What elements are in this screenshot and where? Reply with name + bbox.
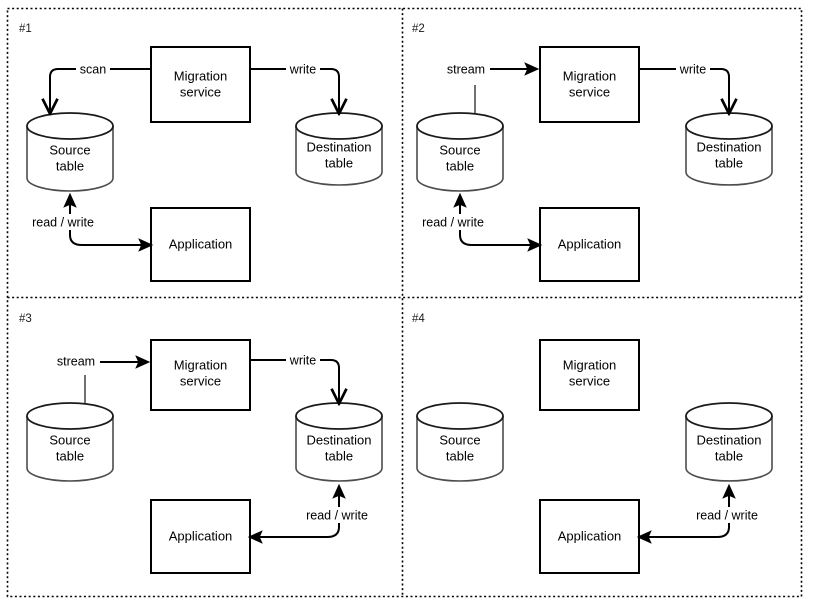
application-label: Application [169, 236, 233, 251]
migration-service-label-line1: Migration [174, 357, 227, 372]
read-write-label: read / write [32, 215, 94, 229]
panel-3-application[interactable]: Application [150, 499, 251, 574]
migration-service-label-line2: service [569, 373, 610, 388]
source-table-label-line1: Source [439, 432, 480, 447]
panel-3-migration-service[interactable]: Migration service [150, 339, 251, 411]
panel-1-source-table[interactable]: Source table [26, 112, 114, 192]
migration-service-label-line1: Migration [563, 68, 616, 83]
destination-table-label-line2: table [715, 448, 743, 463]
write-label: write [679, 62, 706, 76]
panel-4-label: #4 [412, 313, 425, 325]
panel-2-migration-service[interactable]: Migration service [539, 46, 640, 123]
destination-table-label-line2: table [325, 155, 353, 170]
migration-service-label-line1: Migration [563, 357, 616, 372]
panel-4-application[interactable]: Application [539, 499, 640, 574]
cylinder-top [295, 402, 383, 430]
source-table-label-line1: Source [439, 142, 480, 157]
migration-patterns-diagram: #1 Source table Migration service Destin… [0, 0, 816, 610]
destination-table-label-line1: Destination [696, 139, 761, 154]
application-label: Application [558, 236, 622, 251]
panel-4-destination-table[interactable]: Destination table [685, 402, 773, 482]
cylinder-top [416, 112, 504, 140]
cylinder-top [416, 402, 504, 430]
destination-table-label-line1: Destination [306, 432, 371, 447]
destination-table-label-line2: table [325, 448, 353, 463]
panel-2-source-table[interactable]: Source table [416, 112, 504, 192]
write-label: write [289, 62, 316, 76]
panel-3-source-table[interactable]: Source table [26, 402, 114, 482]
stream-label: stream [447, 62, 485, 76]
source-table-label-line1: Source [49, 142, 90, 157]
stream-label: stream [57, 354, 95, 368]
migration-service-label-line1: Migration [174, 68, 227, 83]
panel-2-application[interactable]: Application [539, 207, 640, 282]
source-table-label-line2: table [446, 158, 474, 173]
migration-service-label-line2: service [569, 84, 610, 99]
source-table-label-line2: table [56, 448, 84, 463]
panel-1-label: #1 [19, 23, 32, 35]
migration-service-label-line2: service [180, 84, 221, 99]
cylinder-top [26, 112, 114, 140]
application-label: Application [169, 528, 233, 543]
source-table-label-line2: table [446, 448, 474, 463]
panel-1-application[interactable]: Application [150, 207, 251, 282]
read-write-label: read / write [422, 215, 484, 229]
panel-2-label: #2 [412, 23, 425, 35]
read-write-label: read / write [306, 508, 368, 522]
source-table-label-line2: table [56, 158, 84, 173]
scan-label: scan [80, 62, 106, 76]
destination-table-label-line2: table [715, 155, 743, 170]
panel-4-source-table[interactable]: Source table [416, 402, 504, 482]
migration-service-label-line2: service [180, 373, 221, 388]
cylinder-top [685, 112, 773, 140]
panel-2-destination-table[interactable]: Destination table [685, 112, 773, 186]
destination-table-label-line1: Destination [306, 139, 371, 154]
write-label: write [289, 353, 316, 367]
diagram-root: #1 Source table Migration service Destin… [0, 0, 816, 610]
read-write-label: read / write [696, 508, 758, 522]
cylinder-top [295, 112, 383, 140]
application-label: Application [558, 528, 622, 543]
panel-4-migration-service[interactable]: Migration service [539, 339, 640, 411]
panel-1-destination-table[interactable]: Destination table [295, 112, 383, 186]
source-table-label-line1: Source [49, 432, 90, 447]
cylinder-top [685, 402, 773, 430]
panel-3-label: #3 [19, 313, 32, 325]
panel-3-destination-table[interactable]: Destination table [295, 402, 383, 482]
cylinder-top [26, 402, 114, 430]
destination-table-label-line1: Destination [696, 432, 761, 447]
panel-1-migration-service[interactable]: Migration service [150, 46, 251, 123]
